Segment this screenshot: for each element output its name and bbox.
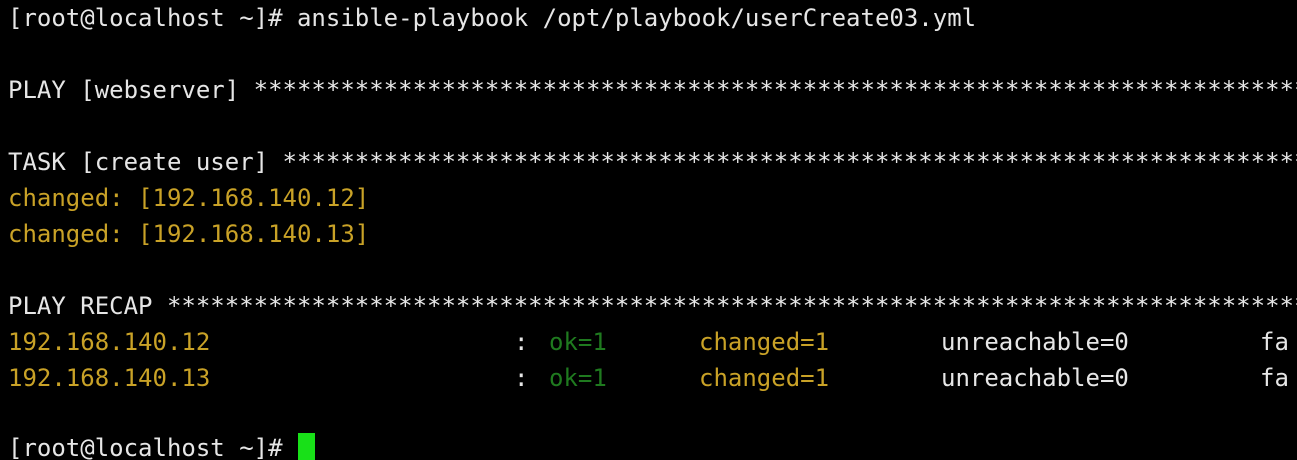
terminal-window[interactable]: [root@localhost ~]# ansible-playbook /op… bbox=[0, 0, 1297, 460]
play-header: PLAY [webserver] ***********************… bbox=[8, 76, 1297, 104]
recap-unreachable: unreachable=0 bbox=[941, 364, 1129, 392]
recap-row: 192.168.140.13 : ok=1 changed=1 unreacha… bbox=[8, 363, 1289, 393]
recap-separator: : bbox=[514, 364, 529, 392]
task-header: TASK [create user] *********************… bbox=[8, 148, 1297, 176]
recap-host: 192.168.140.12 bbox=[8, 328, 211, 356]
recap-failed: fa bbox=[1260, 328, 1289, 356]
command-line: [root@localhost ~]# ansible-playbook /op… bbox=[8, 4, 977, 32]
recap-separator: : bbox=[514, 328, 529, 356]
prompt-line[interactable]: [root@localhost ~]# bbox=[8, 433, 315, 460]
recap-unreachable: unreachable=0 bbox=[941, 328, 1129, 356]
recap-changed: changed=1 bbox=[699, 364, 830, 392]
recap-host: 192.168.140.13 bbox=[8, 364, 211, 392]
recap-header: PLAY RECAP *****************************… bbox=[8, 292, 1297, 320]
task-result-line: changed: [192.168.140.13] bbox=[8, 220, 370, 248]
recap-ok: ok=1 bbox=[549, 364, 607, 392]
task-result-line: changed: [192.168.140.12] bbox=[8, 184, 370, 212]
recap-changed: changed=1 bbox=[699, 328, 830, 356]
recap-row: 192.168.140.12 : ok=1 changed=1 unreacha… bbox=[8, 327, 1289, 357]
shell-prompt: [root@localhost ~]# bbox=[8, 434, 297, 460]
recap-failed: fa bbox=[1260, 364, 1289, 392]
recap-ok: ok=1 bbox=[549, 328, 607, 356]
text-cursor bbox=[297, 433, 315, 460]
